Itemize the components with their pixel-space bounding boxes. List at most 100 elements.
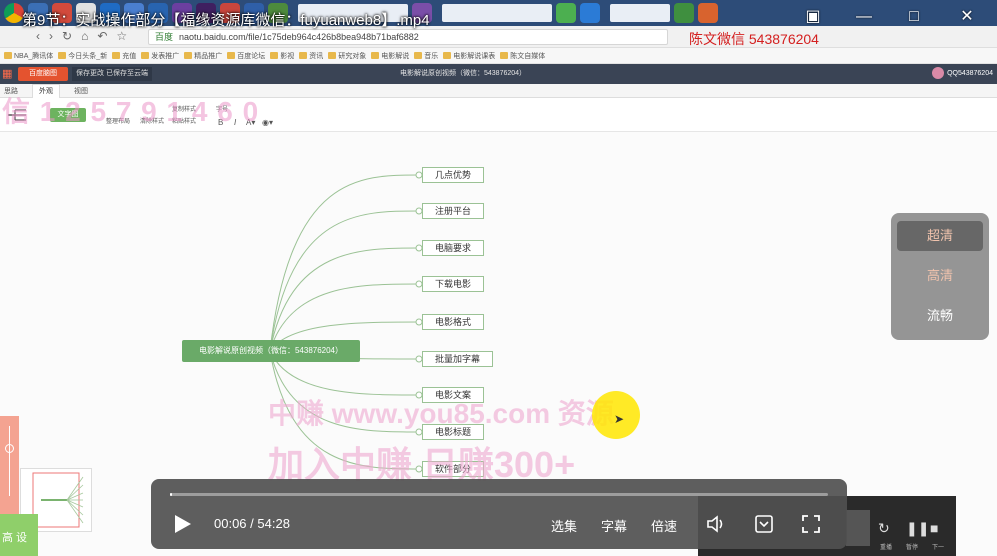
mindmap-child-node[interactable]: 电脑要求 [422,240,484,256]
subtitles-button[interactable]: 字幕 [601,516,627,535]
bookmark-item[interactable]: 发表推广 [141,51,179,61]
chrome-icon[interactable] [4,3,24,23]
wechat-watermark: 陈文微信 543876204 [689,31,819,47]
mindmap-child-node[interactable]: 注册平台 [422,203,484,219]
address-bar[interactable]: 百度 naotu.baidu.com/file/1c75deb964c426b8b… [148,29,668,45]
grid-menu-icon[interactable]: ▦ [2,68,14,80]
minimize-icon[interactable]: — [853,6,875,28]
app-icon[interactable] [674,3,694,23]
undo-icon[interactable]: ↶ [97,29,107,43]
time-total: 54:28 [257,516,290,531]
episodes-button[interactable]: 选集 [551,516,577,535]
zoom-track [9,426,10,496]
bookmark-item[interactable]: 陈文自媒体 [500,51,545,61]
zoom-knob[interactable] [5,444,14,453]
pause-icon[interactable]: ❚❚ [906,520,929,537]
folder-icon [371,52,380,59]
home-icon[interactable]: ⌂ [81,29,88,43]
mindmap-child-node[interactable]: 几点优势 [422,167,484,183]
bookmark-label: 陈文自媒体 [510,52,546,60]
folder-icon [270,52,279,59]
fill-color-icon[interactable]: ◉▾ [262,118,273,127]
corner-badge: 高 设 [0,514,38,556]
bookmark-item[interactable]: 精品推广 [184,51,222,61]
url-security-tag: 百度 [155,32,174,42]
bookmark-label: 精品推广 [194,52,223,60]
replay-label: 重播 [880,545,893,551]
quality-option[interactable]: 流畅 [897,301,983,331]
bookmark-label: 研究对象 [338,52,367,60]
play-icon[interactable] [175,515,191,533]
app-menu-button[interactable]: 百度脑图 [18,67,68,81]
mini-volume-bar[interactable] [846,510,870,546]
mindmap-child-node[interactable]: 电影格式 [422,314,484,330]
reload-icon[interactable]: ↻ [62,29,72,43]
time-current: 00:06 [214,516,247,531]
quality-option[interactable]: 高清 [897,261,983,291]
bookmark-item[interactable]: 电影解说课表 [443,51,495,61]
progress-fill [170,493,172,496]
folder-icon [4,52,12,59]
time-separator: / [246,516,258,531]
bookmark-item[interactable]: 充值 [112,51,136,61]
mindmap-child-node[interactable]: 下载电影 [422,276,484,292]
folder-icon [443,52,452,59]
bookmark-item[interactable]: 影视 [270,51,294,61]
replay-icon[interactable]: ↻ [878,520,890,537]
mindmap-root-node[interactable]: 电影解说原创视频（微信：543876204） [182,340,360,362]
watermark-line1: 中赚 www.you85.com 资源 [268,398,614,429]
bookmark-label: 音乐 [424,52,439,60]
mouse-cursor-icon: ➤ [614,412,625,426]
bookmark-item[interactable]: 今日头条_新 [58,51,107,61]
screen: ‹ › ↻ ⌂ ↶ ☆ 百度 naotu.baidu.com/file/1c75d… [0,0,997,556]
folder-icon [414,52,423,59]
pause-label: 暂停 [906,545,919,551]
mindmap-link [269,210,419,352]
bookmark-item[interactable]: 百度论坛 [227,51,265,61]
maximize-icon[interactable]: □ [903,6,925,28]
star-icon[interactable]: ☆ [116,29,127,43]
mindmap-child-node[interactable]: 批量加字幕 [422,351,493,367]
bookmark-item[interactable]: NBA_腾讯体 [4,51,53,61]
folder-icon [184,52,193,59]
app-header: ▦ 百度脑图 保存更改 已保存至云端 电影解说原创视频（微信：543876204… [0,64,997,84]
bookmark-item[interactable]: 电影解说 [371,51,409,61]
bookmark-label: 资讯 [309,52,324,60]
close-icon[interactable]: ✕ [956,6,978,28]
bookmark-item[interactable]: 资讯 [299,51,323,61]
bookmark-label: 电影解说 [381,52,410,60]
avatar [932,67,945,79]
zoom-slider[interactable] [0,416,19,528]
folder-icon [227,52,236,59]
screenshot-icon[interactable] [753,513,775,535]
app-icon[interactable] [580,3,600,23]
bookmarks-bar: NBA_腾讯体 今日头条_新 充值 发表推广 精品推广 百度论坛 影视 资讯 研究对象 电影解说 音… [0,48,997,64]
volume-icon[interactable] [705,513,727,535]
quality-option[interactable]: 超清 [897,221,983,251]
mindmap-link [269,247,419,352]
folder-icon [112,52,121,59]
quality-menu: 超清 高清 流畅 [891,213,989,340]
forward-icon[interactable]: › [49,29,53,43]
back-icon[interactable]: ‹ [36,29,40,43]
user-account[interactable]: QQ543876204 [932,67,993,79]
speed-button[interactable]: 倍速 [651,516,677,535]
app-icon[interactable] [698,3,718,23]
pip-icon[interactable]: ▣ [802,6,824,28]
folder-icon [328,52,337,59]
video-title: 第9节：实战操作部分【福缘资源库微信：fuyuanweb8】.mp4 [22,12,430,29]
bookmark-item[interactable]: 音乐 [414,51,438,61]
next-icon[interactable]: ■ [930,520,938,536]
taskbar-window[interactable] [442,4,552,22]
url-text: naotu.baidu.com/file/1c75deb964c426b8bea… [179,32,419,42]
app-icon[interactable] [556,3,576,23]
folder-icon [299,52,308,59]
fullscreen-icon[interactable] [800,513,822,535]
folder-icon [58,52,67,59]
bookmark-item[interactable]: 研究对象 [328,51,366,61]
taskbar-window[interactable] [610,4,670,22]
bookmark-label: 影视 [280,52,295,60]
save-status: 保存更改 已保存至云端 [72,67,152,81]
progress-bar[interactable] [170,493,828,496]
video-controls: 00:06 / 54:28 选集 字幕 倍速 [151,479,847,549]
